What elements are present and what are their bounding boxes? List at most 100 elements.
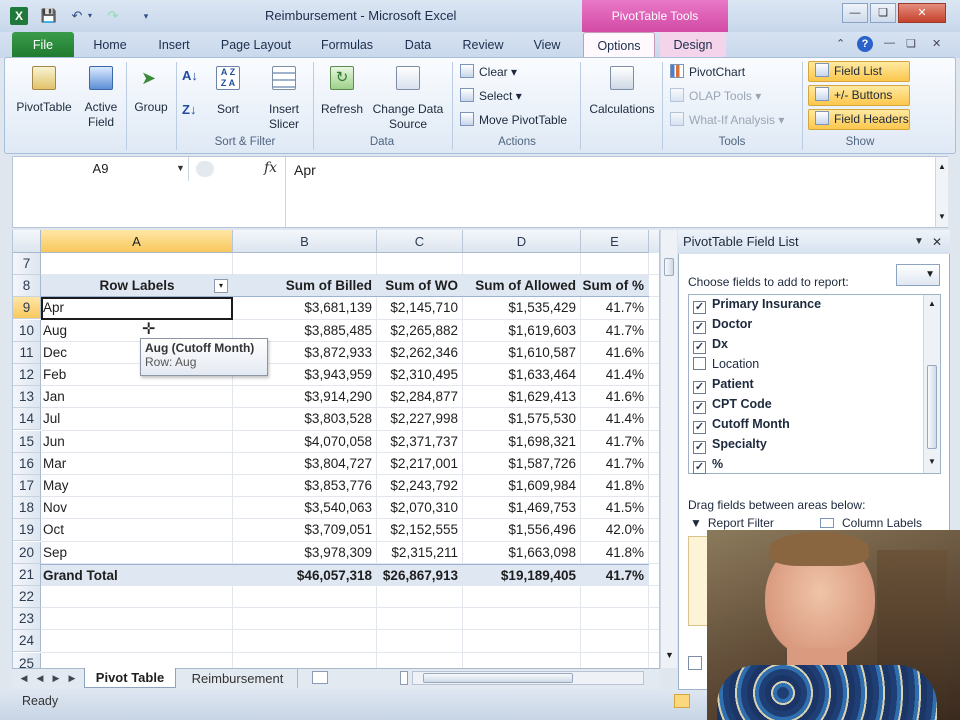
tab-options[interactable]: Options: [583, 32, 655, 58]
change-data-source-button[interactable]: Change Data Source: [368, 62, 448, 132]
next-sheet-icon[interactable]: ▶: [50, 671, 62, 685]
formula-scroll-down-icon[interactable]: ▼: [938, 212, 946, 221]
row-labels-filter-icon[interactable]: ▾: [214, 279, 228, 294]
prev-sheet-icon[interactable]: ◀: [34, 671, 46, 685]
field-scroll-thumb[interactable]: [927, 365, 937, 449]
field-item[interactable]: Location: [693, 354, 759, 374]
checkbox-checked-icon[interactable]: ✓: [693, 381, 706, 394]
select-button[interactable]: Select ▾: [460, 85, 522, 107]
row-label-cell[interactable]: Jul: [41, 408, 233, 430]
row-header-16[interactable]: 16: [13, 452, 41, 475]
sheet-tab-pivot-table[interactable]: Pivot Table: [84, 668, 176, 688]
group-button[interactable]: ➤ Group: [128, 62, 174, 132]
field-scroll-down-icon[interactable]: ▼: [928, 457, 936, 466]
redo-icon[interactable]: ↷: [104, 7, 122, 25]
sort-desc-icon[interactable]: Z↓: [182, 102, 196, 117]
customize-qat-icon[interactable]: ▾: [140, 7, 152, 25]
undo-icon[interactable]: ↶: [68, 7, 86, 25]
workbook-minimize-icon[interactable]: —: [884, 37, 895, 49]
row-header-10[interactable]: 10: [13, 319, 41, 342]
field-item[interactable]: ✓ Patient: [693, 374, 754, 394]
row-label-cell[interactable]: Oct: [41, 519, 233, 541]
horizontal-scrollbar[interactable]: [412, 671, 644, 685]
checkbox-checked-icon[interactable]: ✓: [693, 441, 706, 454]
sheet-tab-reimbursement[interactable]: Reimbursement: [178, 669, 298, 688]
pivotchart-button[interactable]: PivotChart: [670, 61, 745, 83]
row-header-14[interactable]: 14: [13, 408, 41, 431]
field-item[interactable]: ✓ Specialty: [693, 434, 767, 454]
column-header-b[interactable]: B: [233, 230, 377, 253]
minimize-button[interactable]: —: [842, 3, 868, 23]
row-header-13[interactable]: 13: [13, 386, 41, 409]
formula-scroll-up-icon[interactable]: ▲: [938, 162, 946, 171]
formula-input[interactable]: Apr: [285, 157, 935, 227]
row-label-cell[interactable]: Nov: [41, 497, 233, 519]
workbook-close-icon[interactable]: ✕: [932, 37, 941, 50]
row-header-17[interactable]: 17: [13, 475, 41, 497]
collapse-ribbon-icon[interactable]: ⌃: [836, 37, 845, 50]
row-header-23[interactable]: 23: [13, 608, 41, 631]
formula-scrollbar[interactable]: ▲ ▼: [935, 157, 948, 227]
buttons-toggle[interactable]: +/- Buttons: [808, 85, 910, 106]
last-sheet-icon[interactable]: ▶: [66, 671, 78, 685]
row-header-15[interactable]: 15: [13, 430, 41, 453]
move-pivottable-button[interactable]: Move PivotTable: [460, 109, 567, 131]
row-label-cell[interactable]: Jun: [41, 431, 233, 453]
row-header-18[interactable]: 18: [13, 497, 41, 520]
defer-update-checkbox[interactable]: [688, 656, 702, 670]
checkbox-checked-icon[interactable]: ✓: [693, 421, 706, 434]
first-sheet-icon[interactable]: ◀: [18, 671, 30, 685]
column-header-c[interactable]: C: [377, 230, 463, 253]
h-scroll-thumb[interactable]: [423, 673, 573, 683]
report-filter-area[interactable]: ▼ Report Filter: [690, 516, 774, 530]
tab-insert[interactable]: Insert: [150, 32, 198, 58]
calculations-button[interactable]: Calculations: [584, 62, 660, 148]
field-list-menu-icon[interactable]: ▼: [914, 236, 924, 247]
field-list-scrollbar[interactable]: ▲ ▼: [923, 295, 940, 473]
name-box[interactable]: A9: [13, 157, 189, 181]
tab-formulas[interactable]: Formulas: [314, 32, 380, 58]
save-icon[interactable]: 💾: [40, 7, 58, 25]
tab-design[interactable]: Design: [660, 32, 726, 58]
column-labels-area[interactable]: Column Labels: [820, 516, 922, 530]
row-header-24[interactable]: 24: [13, 630, 41, 653]
restore-button[interactable]: ❏: [870, 3, 896, 23]
field-scroll-up-icon[interactable]: ▲: [928, 299, 936, 308]
sort-asc-icon[interactable]: A↓: [182, 68, 198, 83]
field-item[interactable]: ✓ Doctor: [693, 314, 752, 334]
field-item[interactable]: ✓ Cutoff Month: [693, 414, 790, 434]
checkbox-checked-icon[interactable]: ✓: [693, 401, 706, 414]
tab-review[interactable]: Review: [456, 32, 510, 58]
row-label-cell[interactable]: May: [41, 475, 233, 497]
column-header-a[interactable]: A: [41, 230, 233, 253]
clear-button[interactable]: Clear ▾: [460, 61, 517, 83]
row-header-11[interactable]: 11: [13, 341, 41, 364]
row-header-20[interactable]: 20: [13, 541, 41, 564]
select-all-corner[interactable]: [13, 230, 41, 253]
vertical-scrollbar[interactable]: ▼: [660, 230, 677, 668]
workbook-restore-icon[interactable]: ❏: [906, 37, 916, 50]
field-item[interactable]: ✓ Primary Insurance: [693, 294, 821, 314]
field-list-layout-button[interactable]: ▼: [896, 264, 940, 286]
excel-app-icon[interactable]: X: [10, 7, 28, 25]
row-label-cell[interactable]: Mar: [41, 453, 233, 475]
row-header-22[interactable]: 22: [13, 586, 41, 608]
tab-data[interactable]: Data: [396, 32, 440, 58]
field-item[interactable]: ✓ Dx: [693, 334, 728, 354]
help-icon[interactable]: ?: [857, 36, 873, 52]
pivottable-button[interactable]: PivotTable: [14, 62, 74, 132]
row-header-12[interactable]: 12: [13, 364, 41, 386]
row-header-19[interactable]: 19: [13, 519, 41, 542]
tab-file[interactable]: File: [12, 32, 74, 58]
tab-view[interactable]: View: [524, 32, 570, 58]
scroll-down-icon[interactable]: ▼: [665, 650, 674, 660]
insert-sheet-icon[interactable]: [312, 671, 328, 684]
row-header-7[interactable]: 7: [13, 253, 41, 275]
name-box-dropdown-icon[interactable]: ▼: [176, 163, 185, 173]
row-header-9[interactable]: 9: [13, 297, 41, 320]
tab-page-layout[interactable]: Page Layout: [214, 32, 298, 58]
normal-view-icon[interactable]: [674, 694, 690, 708]
sort-button[interactable]: A ZZ A Sort: [210, 62, 246, 132]
tab-home[interactable]: Home: [86, 32, 134, 58]
checkbox-unchecked-icon[interactable]: [693, 357, 706, 370]
